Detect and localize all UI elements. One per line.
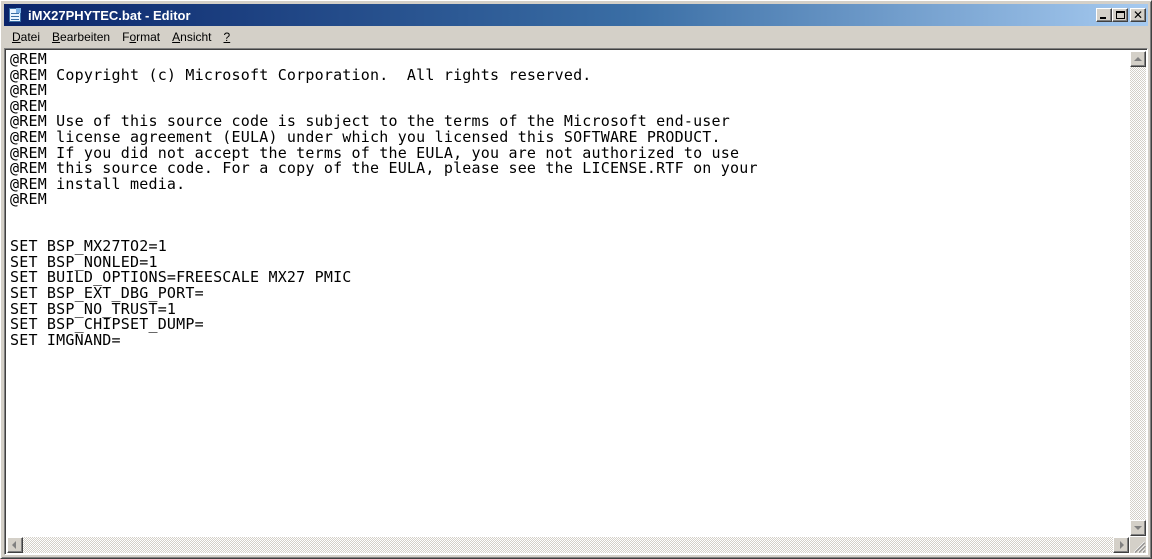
text-line: @REM Copyright (c) Microsoft Corporation… — [10, 65, 592, 84]
menu-item-accelerator: B — [52, 30, 61, 44]
window-title: iMX27PHYTEC.bat - Editor — [28, 7, 191, 23]
editor-pane: @REM @REM Copyright (c) Microsoft Corpora… — [4, 48, 1148, 555]
text-line: SET BSP_CHIPSET_DUMP= — [10, 315, 204, 334]
text-line: SET BSP_MX27TO2=1 — [10, 237, 167, 256]
menu-item-accelerator: ? — [223, 30, 231, 44]
arrow-right-icon — [1120, 541, 1124, 549]
notepad-icon[interactable] — [7, 7, 23, 23]
window-controls: ✕ — [1096, 8, 1146, 22]
menu-item-accelerator: D — [12, 30, 21, 44]
minimize-button[interactable] — [1096, 8, 1112, 22]
close-button[interactable]: ✕ — [1130, 8, 1146, 22]
horizontal-scrollbar[interactable] — [7, 537, 1129, 553]
maximize-icon — [1116, 11, 1125, 19]
text-area[interactable]: @REM @REM Copyright (c) Microsoft Corpora… — [7, 51, 1129, 536]
text-line — [10, 208, 1129, 224]
menu-item[interactable]: Datei — [6, 28, 46, 46]
text-line: SET IMGNAND= — [10, 330, 121, 349]
arrow-down-icon — [1134, 526, 1142, 530]
text-line: @REM install media. — [10, 174, 186, 193]
menu-bar: Datei Bearbeiten Format Ansicht? — [4, 27, 1148, 47]
menu-item[interactable]: Bearbeiten — [46, 28, 116, 46]
menu-item[interactable]: ? — [218, 28, 237, 46]
scroll-up-button[interactable] — [1130, 51, 1146, 67]
menu-item-label: atei — [20, 30, 41, 44]
scroll-right-button[interactable] — [1113, 537, 1129, 553]
menu-item[interactable]: Format — [116, 28, 166, 46]
text-line: SET BSP_EXT_DBG_PORT= — [10, 283, 204, 302]
scroll-left-button[interactable] — [7, 537, 23, 553]
menu-item-label: rmat — [136, 30, 161, 44]
minimize-icon — [1100, 17, 1106, 19]
menu-item[interactable]: Ansicht — [166, 28, 217, 46]
resize-grip-icon[interactable] — [1130, 537, 1146, 553]
menu-item-label: nsicht — [180, 30, 212, 44]
notepad-window: iMX27PHYTEC.bat - Editor ✕ Datei Bearbeit… — [0, 0, 1152, 559]
scroll-down-button[interactable] — [1130, 520, 1146, 536]
maximize-button[interactable] — [1112, 8, 1128, 22]
text-line: @REM — [10, 81, 47, 100]
text-line: @REM — [10, 190, 47, 209]
arrow-up-icon — [1134, 57, 1142, 61]
title-bar[interactable]: iMX27PHYTEC.bat - Editor ✕ — [4, 4, 1148, 26]
close-icon: ✕ — [1132, 8, 1144, 22]
arrow-left-icon — [12, 541, 16, 549]
menu-item-accelerator: A — [172, 30, 181, 44]
menu-item-label: earbeiten — [60, 30, 111, 44]
vertical-scrollbar[interactable] — [1130, 51, 1146, 536]
text-line — [10, 224, 1129, 240]
